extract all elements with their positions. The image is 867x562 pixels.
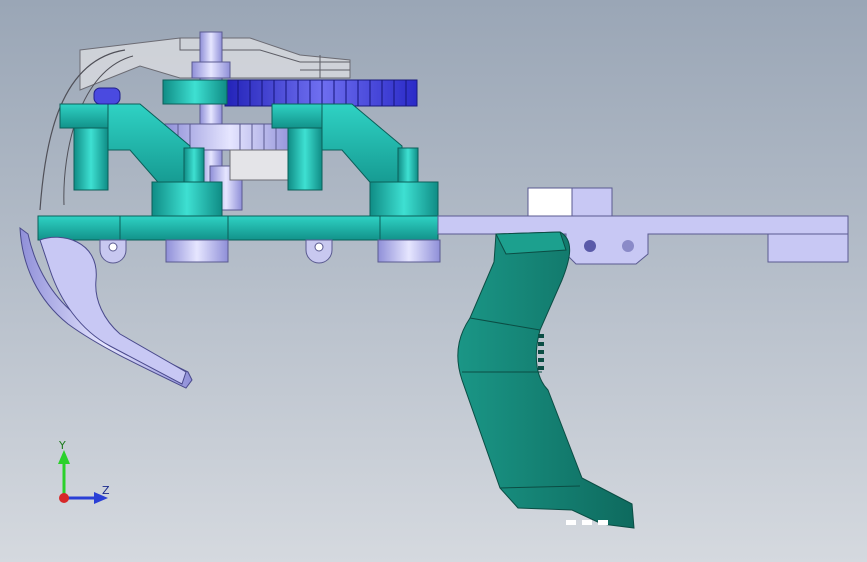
triad-icon: Y Z xyxy=(58,439,110,504)
bottom-cap-left[interactable] xyxy=(165,239,229,263)
base-plate[interactable] xyxy=(37,215,439,241)
z-axis-label: Z xyxy=(102,484,110,497)
green-lever[interactable] xyxy=(457,231,635,529)
blue-gear[interactable] xyxy=(224,79,418,107)
coordinate-triad: Y Z xyxy=(44,438,124,518)
teal-top-gear[interactable] xyxy=(162,79,228,105)
bottom-cap-right[interactable] xyxy=(377,239,441,263)
graphics-viewport[interactable]: Y Z xyxy=(0,0,867,562)
y-axis-label: Y xyxy=(58,439,66,452)
cad-model-view[interactable] xyxy=(0,0,867,562)
